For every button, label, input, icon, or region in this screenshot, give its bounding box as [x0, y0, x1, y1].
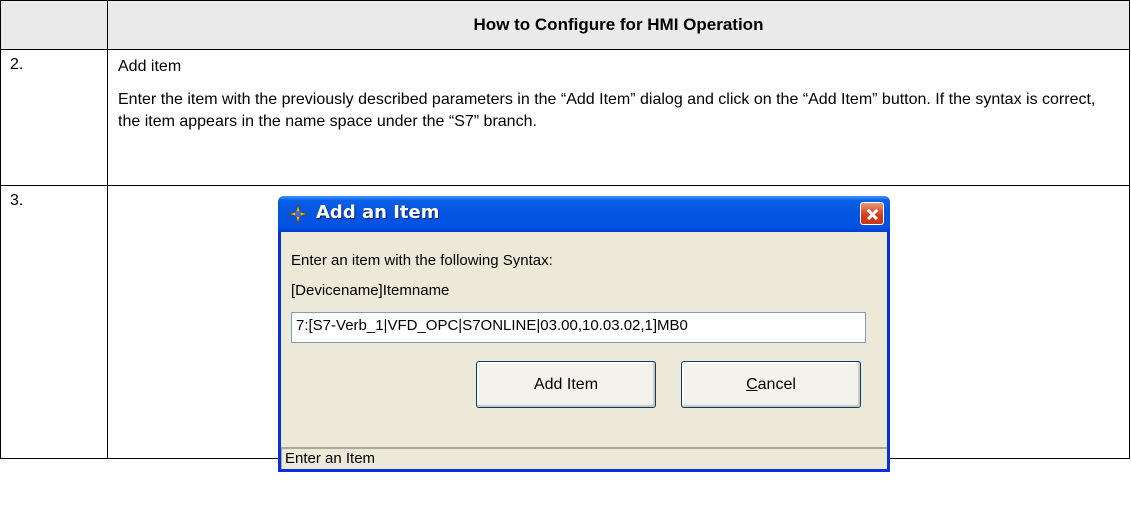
table-header-row: How to Configure for HMI Operation: [0, 0, 1130, 50]
app-icon: [288, 204, 308, 224]
add-item-dialog: Add an Item Enter an item with the follo…: [278, 196, 890, 472]
table-header: How to Configure for HMI Operation: [107, 0, 1130, 50]
add-item-button[interactable]: Add Item: [476, 361, 656, 408]
header-number-cell: [0, 0, 108, 50]
screenshot-cell: Add an Item Enter an item with the follo…: [107, 185, 1130, 472]
step-content: Add item Enter the item with the previou…: [107, 49, 1130, 186]
step-number: 3.: [0, 185, 108, 459]
close-button[interactable]: [860, 202, 884, 225]
instruction-table: How to Configure for HMI Operation 2. Ad…: [0, 0, 1130, 472]
syntax-prompt: Enter an item with the following Syntax:: [291, 252, 553, 269]
cancel-label-rest: ancel: [757, 376, 796, 393]
cancel-button[interactable]: Cancel: [681, 361, 861, 408]
step-number: 2.: [0, 49, 108, 186]
step-description: Enter the item with the previously descr…: [118, 91, 1096, 130]
syntax-format: [Devicename]Itemname: [291, 282, 450, 299]
step-row: 2. Add item Enter the item with the prev…: [0, 49, 1130, 186]
status-bar: Enter an Item: [281, 447, 887, 469]
step-title: Add item: [118, 58, 182, 75]
dialog-title: Add an Item: [316, 202, 440, 223]
step-row: 3. Add an Item Enter an item with the fo…: [0, 185, 1130, 472]
item-input[interactable]: 7:[S7-Verb_1|VFD_OPC|S7ONLINE|03.00,10.0…: [291, 312, 866, 343]
dialog-titlebar[interactable]: Add an Item: [278, 196, 890, 232]
cancel-mnemonic: C: [746, 376, 758, 393]
